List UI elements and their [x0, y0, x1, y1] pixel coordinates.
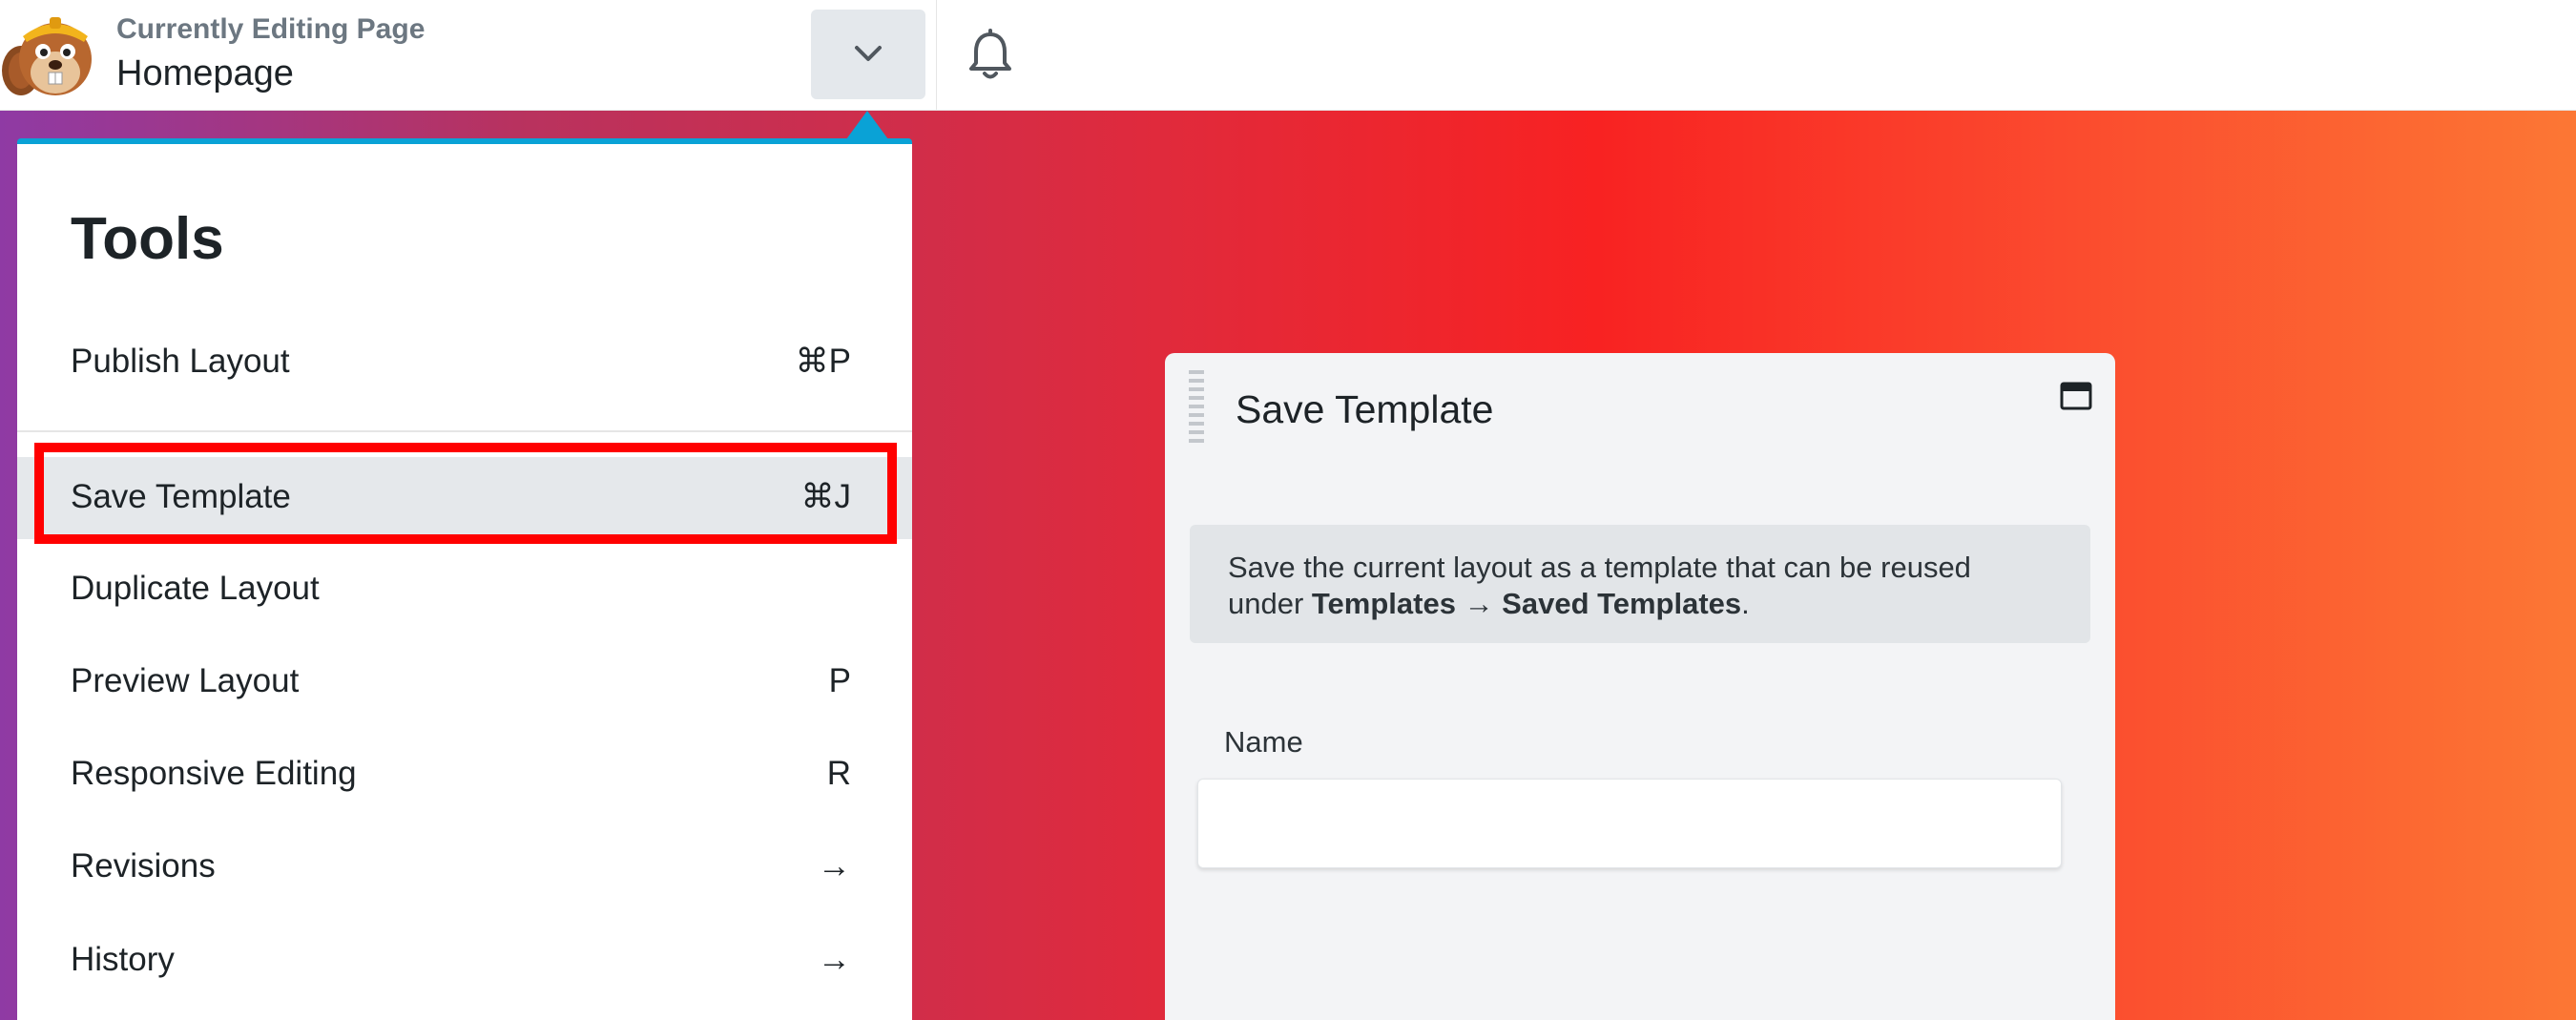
- menu-item-label: Publish Layout: [71, 343, 290, 380]
- chevron-down-icon: [855, 46, 882, 61]
- menu-item-shortcut: ⌘J: [800, 478, 852, 515]
- menu-item-shortcut: ⌘P: [795, 343, 851, 380]
- menu-item-label: Preview Layout: [71, 662, 300, 699]
- menu-item-revisions[interactable]: Revisions →: [17, 826, 912, 908]
- template-name-input[interactable]: [1197, 779, 2062, 868]
- tools-title: Tools: [71, 206, 224, 272]
- dialog-notice: Save the current layout as a template th…: [1190, 525, 2090, 643]
- arrow-right-icon: →: [818, 941, 851, 978]
- drag-handle-icon[interactable]: [1189, 370, 1204, 447]
- bell-icon[interactable]: [966, 29, 1015, 82]
- menu-item-history[interactable]: History →: [17, 920, 912, 1002]
- name-field-label: Name: [1224, 725, 1303, 759]
- notice-end: .: [1741, 587, 1750, 620]
- menu-item-label: History: [71, 941, 175, 978]
- menu-item-responsive-editing[interactable]: Responsive Editing R: [17, 734, 912, 816]
- maximize-icon[interactable]: [2060, 382, 2092, 410]
- tools-menu-panel: Tools Publish Layout ⌘P Save Template ⌘J…: [17, 138, 912, 1020]
- menu-item-publish-layout[interactable]: Publish Layout ⌘P: [17, 322, 912, 404]
- menu-item-shortcut: P: [828, 662, 851, 699]
- menu-item-label: Revisions: [71, 847, 216, 885]
- menu-item-label: Responsive Editing: [71, 755, 357, 792]
- tools-menu-toggle-button[interactable]: [811, 10, 925, 99]
- save-template-dialog: Save Template Save the current layout as…: [1165, 353, 2115, 1020]
- notice-path: Templates → Saved Templates: [1311, 587, 1742, 620]
- menu-item-save-template[interactable]: Save Template ⌘J: [17, 457, 912, 539]
- page-title: Homepage: [116, 53, 294, 94]
- header-divider: [936, 0, 937, 111]
- menu-item-preview-layout[interactable]: Preview Layout P: [17, 641, 912, 723]
- menu-item-label: Duplicate Layout: [71, 570, 320, 607]
- currently-editing-caption: Currently Editing Page: [116, 13, 426, 45]
- dialog-title: Save Template: [1236, 387, 1494, 431]
- menu-divider: [17, 430, 912, 432]
- arrow-right-icon: →: [818, 847, 851, 885]
- beaver-logo: [2, 17, 92, 95]
- top-bar: Currently Editing Page Homepage: [0, 0, 2576, 111]
- dropdown-caret: [846, 111, 888, 139]
- menu-item-label: Save Template: [71, 478, 291, 515]
- menu-item-duplicate-layout[interactable]: Duplicate Layout: [17, 549, 912, 631]
- menu-item-shortcut: R: [826, 755, 851, 792]
